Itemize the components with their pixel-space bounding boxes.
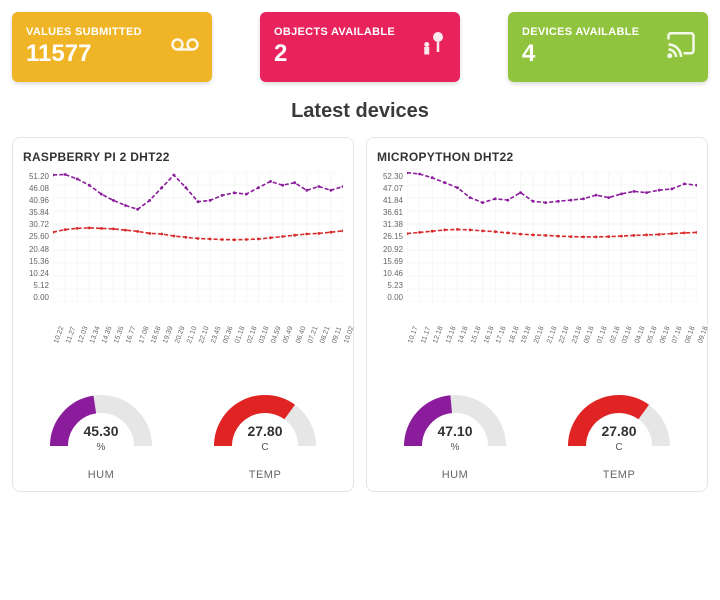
x-tick: 05.49: [282, 342, 314, 354]
summary-card-2[interactable]: DEVICES AVAILABLE4: [508, 12, 708, 82]
svg-text:27.80: 27.80: [601, 423, 636, 439]
voicemail-icon: [170, 30, 200, 65]
y-tick: 5.23: [377, 281, 403, 290]
cast-icon: [666, 30, 696, 65]
y-tick: 15.36: [23, 257, 49, 266]
summary-card-0[interactable]: VALUES SUBMITTED11577: [12, 12, 212, 82]
device-title: MICROPYTHON DHT22: [377, 150, 697, 164]
summary-card-1[interactable]: OBJECTS AVAILABLE2: [260, 12, 460, 82]
x-tick: 06.40: [295, 342, 327, 354]
y-tick: 20.92: [377, 245, 403, 254]
x-tick: 08.21: [319, 342, 351, 354]
y-tick: 5.12: [23, 281, 49, 290]
summary-cards: VALUES SUBMITTED11577 OBJECTS AVAILABLE2 D…: [12, 12, 708, 82]
device-panel-1: MICROPYTHON DHT22 52.30 47.07 41.84 36.61 31.…: [366, 137, 708, 492]
y-tick: 15.69: [377, 257, 403, 266]
line-chart: 51.20 46.08 40.96 35.84 30.72 25.60 20.48 15.36…: [23, 172, 343, 342]
x-tick: 04.18: [634, 342, 666, 354]
y-tick: 20.48: [23, 245, 49, 254]
svg-text:45.30: 45.30: [83, 423, 118, 439]
svg-text:C: C: [615, 442, 622, 453]
gauge-hum: 45.30% HUM: [23, 386, 179, 481]
x-tick: 21.18: [546, 342, 578, 354]
svg-text:C: C: [261, 442, 268, 453]
gauge-hum: 47.10% HUM: [377, 386, 533, 481]
y-tick: 10.46: [377, 269, 403, 278]
svg-text:27.80: 27.80: [247, 423, 282, 439]
gauge-label: TEMP: [187, 469, 343, 481]
y-tick: 51.20: [23, 172, 49, 181]
gauge-label: TEMP: [541, 469, 697, 481]
x-tick: 09.18: [697, 342, 720, 354]
y-tick: 0.00: [23, 293, 49, 302]
y-tick: 25.60: [23, 232, 49, 241]
y-tick: 46.08: [23, 184, 49, 193]
x-tick: 18.18: [508, 342, 540, 354]
nature-people-icon: [418, 30, 448, 65]
x-tick: 14.18: [457, 342, 489, 354]
x-tick: 22.18: [558, 342, 590, 354]
x-tick: 15.18: [470, 342, 502, 354]
line-chart: 52.30 47.07 41.84 36.61 31.38 26.15 20.92 15.69…: [377, 172, 697, 342]
y-tick: 35.84: [23, 208, 49, 217]
x-tick: 16.18: [483, 342, 515, 354]
x-tick: 12.18: [432, 342, 464, 354]
x-tick: 16.77: [125, 342, 157, 354]
x-tick: 13.18: [445, 342, 477, 354]
x-tick: 10.17: [407, 342, 439, 354]
section-title: Latest devices: [12, 100, 708, 123]
x-tick: 01.18: [596, 342, 628, 354]
x-tick: 02.18: [609, 342, 641, 354]
x-tick: 17.18: [495, 342, 527, 354]
x-tick: 11.17: [420, 342, 452, 354]
x-tick: 19.39: [162, 342, 194, 354]
x-tick: 17.08: [138, 342, 170, 354]
gauge-label: HUM: [377, 469, 533, 481]
gauge-label: HUM: [23, 469, 179, 481]
x-tick: 00.18: [583, 342, 615, 354]
y-tick: 30.72: [23, 220, 49, 229]
svg-text:47.10: 47.10: [437, 423, 472, 439]
x-tick: 20.29: [174, 342, 206, 354]
x-tick: 23.18: [571, 342, 603, 354]
devices-row: RASPBERRY PI 2 DHT22 51.20 46.08 40.96 35.84…: [12, 137, 708, 492]
device-panel-0: RASPBERRY PI 2 DHT22 51.20 46.08 40.96 35.84…: [12, 137, 354, 492]
device-title: RASPBERRY PI 2 DHT22: [23, 150, 343, 164]
y-tick: 52.30: [377, 172, 403, 181]
x-tick: 08.18: [684, 342, 716, 354]
x-tick: 18.58: [150, 342, 182, 354]
y-tick: 10.24: [23, 269, 49, 278]
x-tick: 07.21: [307, 342, 339, 354]
y-tick: 41.84: [377, 196, 403, 205]
y-tick: 31.38: [377, 220, 403, 229]
x-tick: 20.18: [533, 342, 565, 354]
x-tick: 03.18: [621, 342, 653, 354]
y-tick: 26.15: [377, 232, 403, 241]
y-tick: 0.00: [377, 293, 403, 302]
x-tick: 19.18: [520, 342, 552, 354]
gauge-temp: 27.80 C TEMP: [541, 386, 697, 481]
y-tick: 40.96: [23, 196, 49, 205]
x-tick: 05.18: [646, 342, 678, 354]
gauge-temp: 27.80 C TEMP: [187, 386, 343, 481]
y-tick: 47.07: [377, 184, 403, 193]
svg-text:%: %: [451, 442, 460, 453]
x-tick: 07.18: [671, 342, 703, 354]
y-tick: 36.61: [377, 208, 403, 217]
svg-text:%: %: [97, 442, 106, 453]
